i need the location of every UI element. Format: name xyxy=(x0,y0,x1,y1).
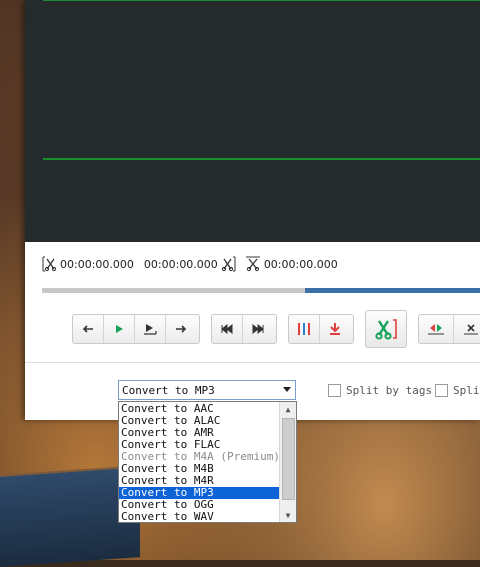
skip-start-icon[interactable] xyxy=(212,315,243,343)
cut-scissors-icon[interactable] xyxy=(365,310,407,348)
cut-end-icon[interactable] xyxy=(220,255,238,273)
waveform-center-line xyxy=(43,158,480,160)
format-dropdown-list: Convert to AAC Convert to ALAC Convert to … xyxy=(118,401,297,523)
chevron-down-icon[interactable] xyxy=(283,387,291,392)
split-by-tags-checkbox[interactable]: Split by tags xyxy=(328,384,432,397)
expand-selection-icon[interactable] xyxy=(419,315,454,343)
scroll-up-icon[interactable]: ▲ xyxy=(280,402,296,416)
duration-icon xyxy=(244,255,262,273)
format-select-value: Convert to MP3 xyxy=(122,383,215,397)
selection-controls xyxy=(418,314,480,344)
skip-end-icon[interactable] xyxy=(243,315,273,343)
marker-controls xyxy=(288,314,354,344)
step-forward-icon[interactable] xyxy=(166,315,196,343)
step-back-icon[interactable] xyxy=(73,315,104,343)
format-options: Convert to AAC Convert to ALAC Convert to … xyxy=(119,403,280,523)
end-time[interactable]: 00:00:00.000 xyxy=(144,258,218,271)
split-label: Split xyxy=(453,384,480,397)
progress-fill xyxy=(304,288,480,293)
app-window: 00:00:00.000 00:00:00.000 00:00:00.000 C… xyxy=(25,0,480,420)
duration-time: 00:00:00.000 xyxy=(263,257,338,271)
clear-selection-icon[interactable] xyxy=(454,315,480,343)
checkbox-box[interactable] xyxy=(435,384,448,397)
format-select[interactable]: Convert to MP3 xyxy=(118,380,296,400)
split-checkbox[interactable]: Split xyxy=(435,384,480,397)
dropdown-scrollbar[interactable]: ▲ ▼ xyxy=(279,402,296,522)
scroll-thumb[interactable] xyxy=(282,418,295,500)
start-time[interactable]: 00:00:00.000 xyxy=(60,258,134,271)
playback-controls xyxy=(72,314,200,344)
download-icon[interactable] xyxy=(320,315,350,343)
time-row: 00:00:00.000 00:00:00.000 00:00:00.000 xyxy=(40,255,340,273)
format-option[interactable]: Convert to WAV xyxy=(119,511,279,523)
split-by-tags-label: Split by tags xyxy=(346,384,433,397)
play-icon[interactable] xyxy=(104,315,135,343)
cut-start-icon[interactable] xyxy=(40,255,58,273)
waveform-top-line xyxy=(43,0,480,1)
jump-controls xyxy=(211,314,277,344)
play-to-end-icon[interactable] xyxy=(135,315,166,343)
split-marker-icon[interactable] xyxy=(289,315,320,343)
playback-progress[interactable] xyxy=(42,288,480,293)
scroll-down-icon[interactable]: ▼ xyxy=(280,508,296,522)
waveform-area[interactable] xyxy=(25,0,480,242)
toolbar-separator xyxy=(25,362,480,363)
checkbox-box[interactable] xyxy=(328,384,341,397)
